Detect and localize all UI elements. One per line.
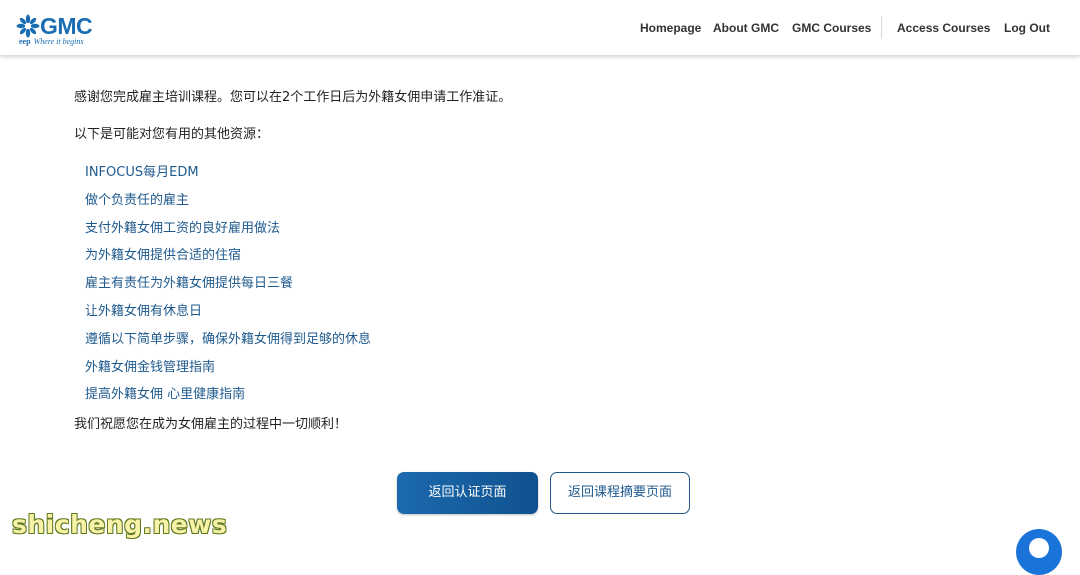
watermark: shicheng.news [12, 510, 228, 539]
back-to-course-summary-button[interactable]: 返回课程摘要页面 [550, 472, 690, 514]
resource-link-adequate-rest[interactable]: 遵循以下简单步骤，确保外籍女佣得到足够的休息 [85, 330, 371, 358]
brand-tagline: eep Where it begins [19, 37, 83, 46]
resource-link-accommodation[interactable]: 为外籍女佣提供合适的住宿 [85, 246, 371, 274]
resource-link-rest-day[interactable]: 让外籍女佣有休息日 [85, 302, 371, 330]
chat-bubble-icon [1029, 538, 1049, 558]
resource-link-responsible-employer[interactable]: 做个负责任的雇主 [85, 191, 371, 219]
gmc-flower-logo-icon [16, 14, 40, 38]
resource-link-infocus-edm[interactable]: INFOCUS每月EDM [85, 163, 371, 191]
resource-link-mental-health[interactable]: 提高外籍女佣 心里健康指南 [85, 385, 371, 413]
resource-link-salary-practices[interactable]: 支付外籍女佣工资的良好雇用做法 [85, 219, 371, 247]
back-to-certification-button[interactable]: 返回认证页面 [397, 472, 538, 514]
nav-about-gmc[interactable]: About GMC [713, 20, 779, 36]
closing-text: 我们祝愿您在成为女佣雇主的过程中一切顺利！ [74, 417, 348, 432]
resource-link-money-management[interactable]: 外籍女佣金钱管理指南 [85, 358, 371, 386]
resource-link-daily-meals[interactable]: 雇主有责任为外籍女佣提供每日三餐 [85, 274, 371, 302]
brand-tagline-prefix: eep [19, 37, 31, 46]
resources-intro: 以下是可能对您有用的其他资源： [74, 127, 270, 142]
nav-log-out[interactable]: Log Out [1004, 20, 1050, 36]
chat-button[interactable] [1016, 529, 1062, 575]
brand-tagline-text: Where it begins [33, 37, 84, 46]
nav-access-courses[interactable]: Access Courses [897, 20, 990, 36]
top-navbar: GMC eep Where it begins Homepage About GM… [0, 0, 1080, 55]
nav-gmc-courses[interactable]: GMC Courses [792, 20, 871, 36]
brand-name: GMC [40, 13, 93, 39]
nav-homepage[interactable]: Homepage [640, 20, 701, 36]
thanks-text: 感谢您完成雇主培训课程。您可以在2个工作日后为外籍女佣申请工作准证。 [74, 90, 512, 105]
nav-divider [881, 16, 882, 39]
resource-links: INFOCUS每月EDM 做个负责任的雇主 支付外籍女佣工资的良好雇用做法 为外… [85, 163, 371, 413]
gmc-logo[interactable]: GMC eep Where it begins [16, 12, 106, 46]
